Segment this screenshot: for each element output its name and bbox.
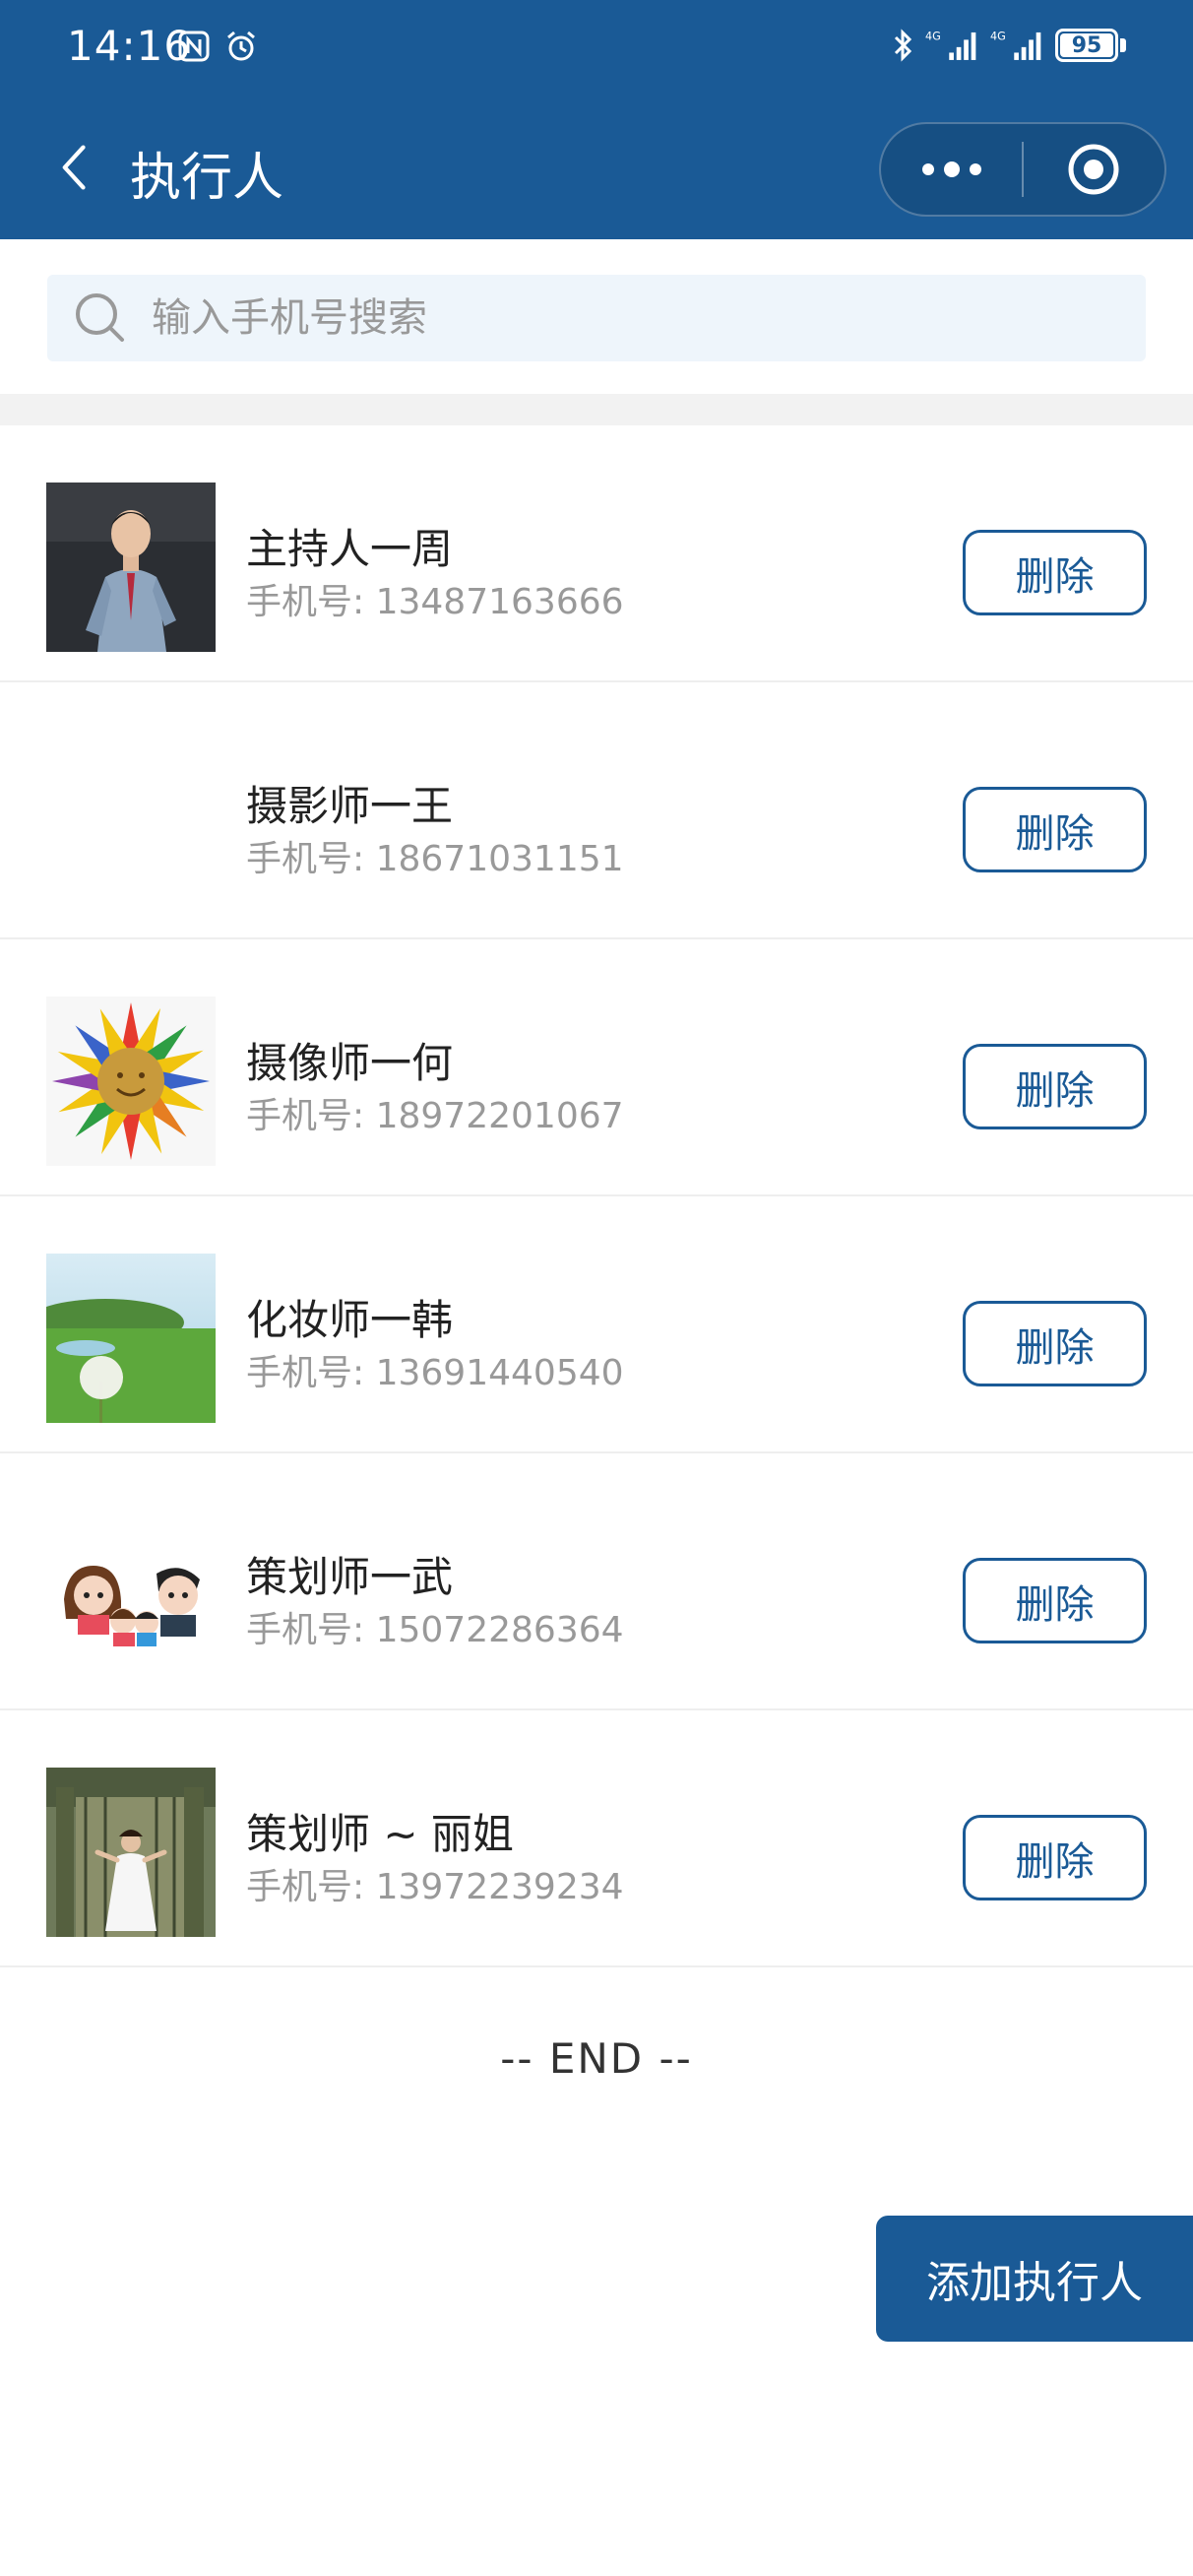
close-mini-program-button[interactable] xyxy=(1024,124,1164,215)
phone-number: 13487163666 xyxy=(375,582,624,622)
section-divider xyxy=(0,394,1193,425)
status-right: 4G 4G 95 xyxy=(892,26,1126,65)
phone-label: 手机号: xyxy=(246,582,376,622)
battery-tip xyxy=(1120,38,1126,52)
list-end-marker: -- END -- xyxy=(500,2034,693,2083)
target-circle-icon xyxy=(1068,144,1119,195)
battery-level: 95 xyxy=(1060,33,1113,58)
sunflower-smiley-avatar xyxy=(46,997,216,1166)
search-input[interactable] xyxy=(152,295,1097,341)
list-item: 摄像师一何 手机号: 18972201067 删除 xyxy=(0,939,1193,1196)
avatar xyxy=(46,997,216,1166)
battery-icon: 95 xyxy=(1055,29,1126,62)
phone-number: 18671031151 xyxy=(375,839,624,879)
photo-man-suit-avatar xyxy=(46,483,216,652)
person-phone: 手机号: 13487163666 xyxy=(246,573,624,624)
battery-body: 95 xyxy=(1055,29,1118,62)
person-name: 策划师一武 xyxy=(246,1553,454,1601)
phone-label: 手机号: xyxy=(246,1096,376,1136)
phone-label: 手机号: xyxy=(246,839,376,879)
list-item: 策划师一武 手机号: 15072286364 删除 xyxy=(0,1453,1193,1710)
list-item: 化妆师一韩 手机号: 13691440540 删除 xyxy=(0,1196,1193,1453)
signal-4g-icon: 4G xyxy=(925,30,976,60)
delete-button[interactable]: 删除 xyxy=(963,530,1147,615)
phone-number: 13972239234 xyxy=(375,1867,624,1907)
search-area xyxy=(0,239,1193,394)
avatar xyxy=(46,1768,216,1937)
add-executor-button[interactable]: 添加执行人 xyxy=(876,2216,1193,2342)
signal-4g-icon-2: 4G xyxy=(990,30,1041,60)
phone-label: 手机号: xyxy=(246,1610,376,1650)
person-phone: 手机号: 13691440540 xyxy=(246,1344,624,1395)
person-name: 摄影师一王 xyxy=(246,782,454,830)
nfc-icon xyxy=(178,31,210,62)
person-name: 化妆师一韩 xyxy=(246,1296,454,1344)
bluetooth-icon xyxy=(894,29,912,62)
search-icon xyxy=(76,293,124,342)
header: 14:16 4G 4G 95 执行人 xyxy=(0,0,1193,239)
blank-avatar xyxy=(46,740,216,909)
mini-program-capsule xyxy=(879,122,1166,217)
phone-number: 13691440540 xyxy=(375,1353,624,1393)
status-time: 14:16 xyxy=(67,22,192,70)
avatar xyxy=(46,1254,216,1423)
phone-number: 15072286364 xyxy=(375,1610,624,1650)
alarm-icon xyxy=(227,31,255,61)
dandelion-meadow-avatar xyxy=(46,1254,216,1423)
back-button[interactable] xyxy=(39,132,110,203)
list-item: 策划师 ~ 丽姐 手机号: 13972239234 删除 xyxy=(0,1710,1193,1967)
list-item: 主持人一周 手机号: 13487163666 删除 xyxy=(0,425,1193,682)
person-name: 策划师 ~ 丽姐 xyxy=(246,1810,514,1858)
avatar xyxy=(46,483,216,652)
delete-button[interactable]: 删除 xyxy=(963,1815,1147,1900)
avatar xyxy=(46,740,216,909)
delete-button[interactable]: 删除 xyxy=(963,1558,1147,1643)
chevron-left-icon xyxy=(62,145,86,190)
search-box[interactable] xyxy=(47,275,1146,361)
svg-text:4G: 4G xyxy=(925,30,941,42)
cartoon-family-avatar xyxy=(46,1511,216,1680)
person-phone: 手机号: 18972201067 xyxy=(246,1087,624,1138)
more-button[interactable] xyxy=(881,124,1022,215)
more-dots-icon xyxy=(921,161,981,177)
person-name: 摄像师一何 xyxy=(246,1039,454,1087)
page: 14:16 4G 4G 95 执行人 输入手机号搜索 主持人一周 手机号: 13… xyxy=(0,0,1193,2576)
delete-button[interactable]: 删除 xyxy=(963,787,1147,872)
delete-button[interactable]: 删除 xyxy=(963,1044,1147,1129)
page-title: 执行人 xyxy=(130,149,284,208)
person-phone: 手机号: 18671031151 xyxy=(246,830,624,881)
person-name: 主持人一周 xyxy=(246,525,454,573)
nav-bar: 执行人 xyxy=(0,108,1193,226)
status-left-icons xyxy=(177,30,258,63)
avatar xyxy=(46,1511,216,1680)
executor-list: 主持人一周 手机号: 13487163666 删除 摄影师一王 手机号: 186… xyxy=(0,425,1193,1967)
list-item: 摄影师一王 手机号: 18671031151 删除 xyxy=(0,682,1193,939)
person-phone: 手机号: 15072286364 xyxy=(246,1601,624,1652)
phone-label: 手机号: xyxy=(246,1867,376,1907)
svg-text:4G: 4G xyxy=(990,30,1006,42)
person-phone: 手机号: 13972239234 xyxy=(246,1858,624,1909)
delete-button[interactable]: 删除 xyxy=(963,1301,1147,1386)
phone-number: 18972201067 xyxy=(375,1096,624,1136)
photo-woman-white-dress-avatar xyxy=(46,1768,216,1937)
status-bar: 14:16 4G 4G 95 xyxy=(0,0,1193,98)
phone-label: 手机号: xyxy=(246,1353,376,1393)
